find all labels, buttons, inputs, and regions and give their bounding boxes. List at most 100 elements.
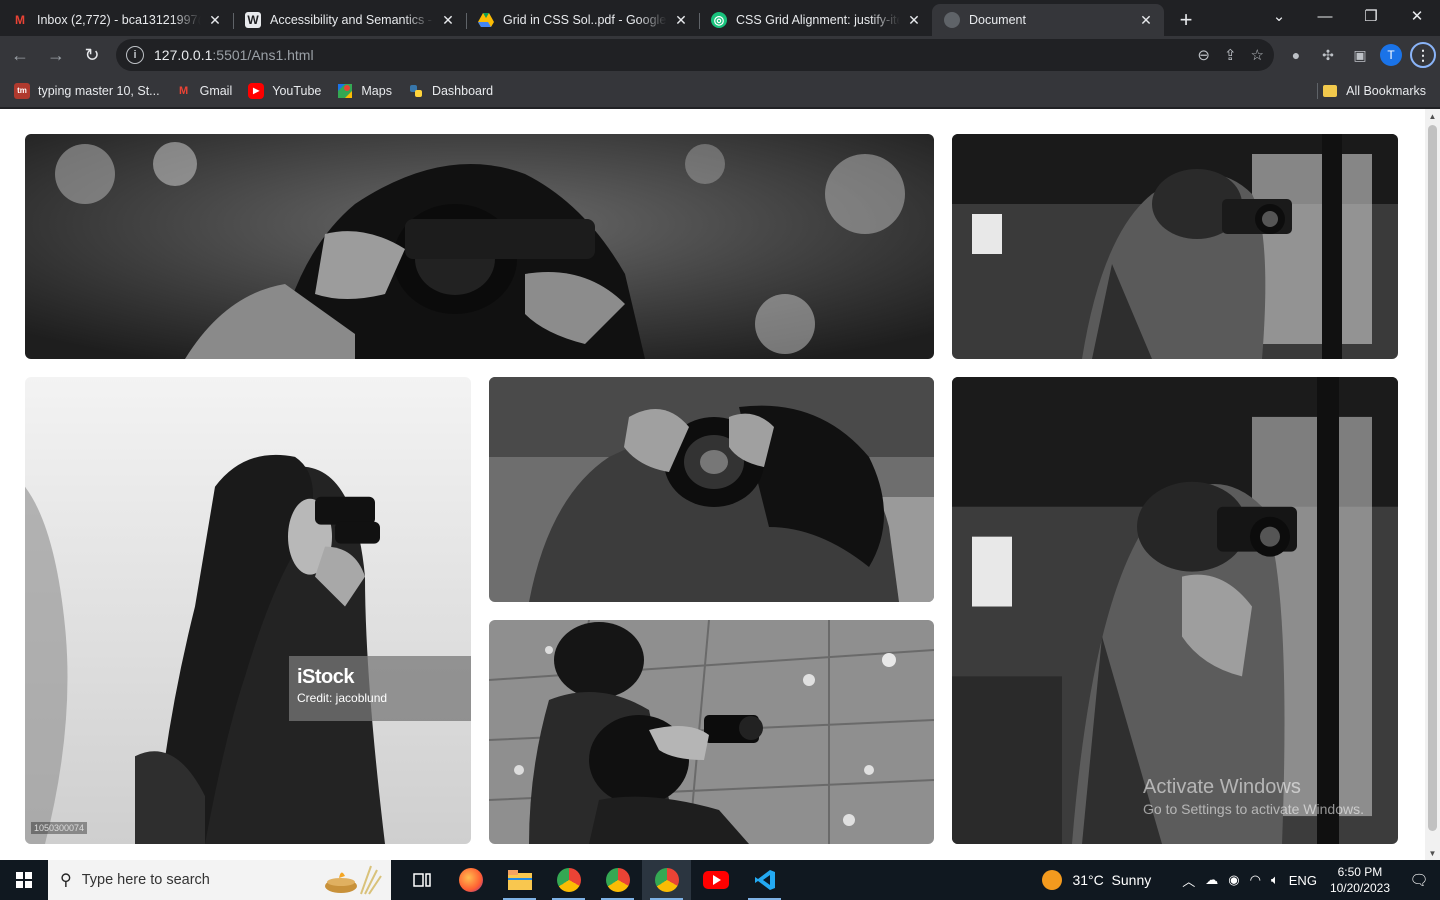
sun-icon	[1042, 870, 1063, 890]
bookmark-star-icon[interactable]: ☆	[1251, 46, 1264, 64]
bookmark-label: YouTube	[272, 83, 322, 98]
meet-now-icon[interactable]: ◉	[1228, 872, 1239, 888]
restore-button[interactable]: ❐	[1348, 0, 1394, 32]
system-tray: 31°C Sunny ︿ ☁ ◉ ◠ 🔈︎ ENG 6:50 PM 10/20/…	[1042, 860, 1440, 900]
bookmark-typing-master[interactable]: tm typing master 10, St...	[14, 82, 160, 99]
chevron-up-icon[interactable]: ︿	[1182, 871, 1195, 890]
windows-logo-icon	[16, 872, 32, 888]
volume-icon[interactable]: 🔈︎	[1271, 872, 1279, 888]
openai-icon: ◎	[711, 12, 727, 28]
close-icon[interactable]: ✕	[1138, 12, 1154, 28]
tab-css-grid[interactable]: ◎ CSS Grid Alignment: justify-items ✕	[699, 4, 932, 36]
url-host: 127.0.0.1	[154, 47, 213, 63]
gmail-icon: M	[15, 13, 25, 27]
youtube-icon: ▶	[248, 82, 265, 99]
bookmark-youtube[interactable]: ▶ YouTube	[248, 82, 322, 99]
language-indicator[interactable]: ENG	[1289, 873, 1317, 888]
reload-button[interactable]: ↻	[76, 39, 108, 71]
windows-taskbar: ⚲ Type here to search 31°C Sunny ︿ ☁ ◉ ◠…	[0, 860, 1440, 900]
tab-accessibility[interactable]: W Accessibility and Semantics - Full Sta…	[233, 4, 466, 36]
youtube-app-icon[interactable]	[691, 860, 740, 900]
weather-temp: 31°C	[1072, 872, 1104, 888]
scroll-up-icon[interactable]: ▲	[1425, 109, 1440, 123]
vscode-icon[interactable]	[740, 860, 789, 900]
clock-date: 10/20/2023	[1329, 881, 1390, 895]
bookmark-dashboard[interactable]: Dashboard	[408, 83, 493, 99]
tab-document[interactable]: Document ✕	[932, 4, 1164, 36]
wordpress-icon: W	[245, 12, 261, 28]
maps-icon	[337, 83, 353, 99]
url-path: :5501/Ans1.html	[212, 47, 314, 63]
taskbar-clock[interactable]: 6:50 PM 10/20/2023	[1330, 864, 1390, 896]
tab-title: Inbox (2,772) - bca13121997@gmail.com	[37, 13, 201, 27]
extension-pin-icon[interactable]: ●	[1284, 43, 1308, 67]
all-bookmarks-button[interactable]: All Bookmarks	[1323, 74, 1426, 108]
close-icon[interactable]: ✕	[207, 12, 223, 28]
new-tab-button[interactable]: +	[1168, 4, 1204, 36]
tab-gmail[interactable]: M Inbox (2,772) - bca13121997@gmail.com …	[0, 4, 233, 36]
start-button[interactable]	[0, 860, 48, 900]
file-explorer-icon[interactable]	[495, 860, 544, 900]
search-icon: ⚲	[60, 872, 72, 889]
activate-title: Activate Windows	[1143, 776, 1301, 798]
photo-woman-camera-window-tall	[952, 377, 1398, 844]
share-icon[interactable]: ⇪	[1224, 46, 1237, 64]
wifi-icon[interactable]: ◠	[1250, 872, 1261, 888]
chrome-profile-1-icon[interactable]	[544, 860, 593, 900]
bookmark-maps[interactable]: Maps	[337, 83, 392, 99]
scroll-thumb[interactable]	[1428, 125, 1437, 831]
close-icon[interactable]: ✕	[673, 12, 689, 28]
search-placeholder: Type here to search	[81, 872, 210, 888]
bookmark-label: Maps	[361, 83, 392, 98]
photo-woman-binoculars: iStock Credit: jacoblund 1050300074	[25, 377, 471, 844]
forward-button[interactable]: →	[40, 39, 72, 71]
task-view-button[interactable]	[397, 860, 446, 900]
firefox-icon[interactable]	[446, 860, 495, 900]
site-info-icon[interactable]: i	[126, 46, 144, 64]
bookmark-gmail[interactable]: M Gmail	[176, 83, 233, 99]
diya-lamp-icon	[325, 865, 382, 895]
close-icon[interactable]: ✕	[440, 12, 456, 28]
stock-credit: Credit: jacoblund	[297, 691, 388, 705]
chrome-active-icon[interactable]	[642, 860, 691, 900]
extensions-icon[interactable]: ✣	[1316, 43, 1340, 67]
bookmark-label: Dashboard	[431, 83, 494, 98]
clock-time: 6:50 PM	[1337, 865, 1383, 879]
notification-icon[interactable]: 🗨︎	[1404, 871, 1434, 889]
typing-master-icon: tm	[14, 82, 30, 99]
close-window-button[interactable]: ✕	[1394, 0, 1440, 32]
page-viewport: iStock Credit: jacoblund 1050300074 Acti…	[0, 109, 1440, 860]
stock-brand: iStock	[297, 666, 355, 688]
activate-subtitle: Go to Settings to activate Windows.	[1143, 801, 1364, 817]
page-scrollbar[interactable]: ▲ ▼	[1425, 109, 1440, 860]
photo-woman-camera-window	[952, 134, 1398, 359]
bookmark-label: Gmail	[199, 83, 233, 98]
address-bar[interactable]: i 127.0.0.1:5501/Ans1.html ⊖ ⇪ ☆	[116, 39, 1274, 71]
close-icon[interactable]: ✕	[906, 12, 922, 28]
tab-drive[interactable]: Grid in CSS Sol..pdf - Google Drive ✕	[466, 4, 699, 36]
folder-icon	[1323, 85, 1338, 97]
weather-condition: Sunny	[1111, 872, 1152, 888]
tab-strip: M Inbox (2,772) - bca13121997@gmail.com …	[0, 0, 1440, 36]
stock-id: 1050300074	[31, 822, 88, 834]
weather-widget[interactable]: 31°C Sunny	[1042, 870, 1151, 890]
photo-women-sitting-camera	[489, 620, 934, 844]
gmail-icon: M	[179, 84, 189, 97]
chrome-profile-2-icon[interactable]	[593, 860, 642, 900]
bookmark-label: typing master 10, St...	[38, 83, 160, 98]
minimize-button[interactable]: —	[1302, 0, 1348, 32]
browser-menu-icon[interactable]: ⋮	[1410, 42, 1436, 68]
zoom-icon[interactable]: ⊖	[1197, 46, 1210, 64]
profile-avatar[interactable]: T	[1380, 44, 1402, 66]
scroll-down-icon[interactable]: ▼	[1425, 846, 1440, 860]
taskbar-search[interactable]: ⚲ Type here to search	[48, 860, 391, 900]
tab-title: Accessibility and Semantics - Full Stack	[270, 13, 434, 27]
photo-woman-camera-wide	[25, 134, 934, 359]
back-button[interactable]: ←	[4, 39, 36, 71]
onedrive-icon[interactable]: ☁	[1205, 872, 1218, 888]
tab-search-icon[interactable]: ⌄	[1256, 0, 1302, 32]
tab-title: Document	[969, 13, 1026, 27]
side-panel-icon[interactable]: ▣	[1348, 43, 1372, 67]
window-controls: ⌄ — ❐ ✕	[1256, 0, 1440, 32]
browser-toolbar: ← → ↻ i 127.0.0.1:5501/Ans1.html ⊖ ⇪ ☆ ●…	[0, 36, 1440, 74]
